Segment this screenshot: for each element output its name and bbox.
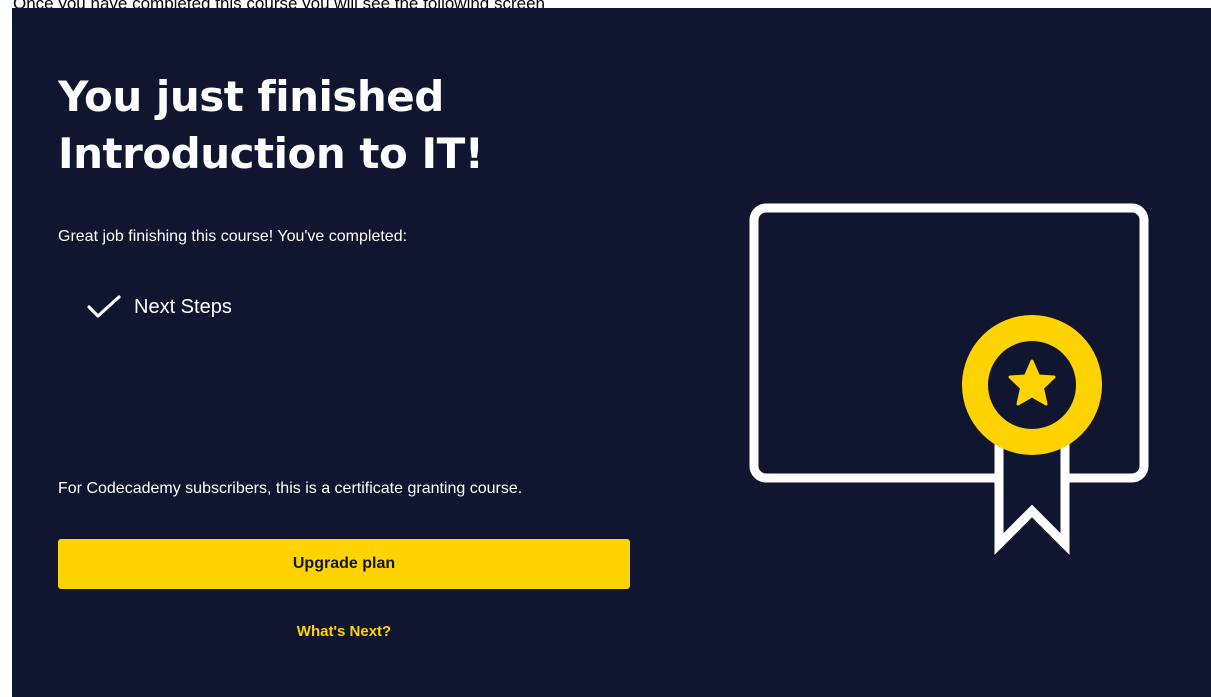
completion-subtitle: Great job finishing this course! You've … [58, 228, 408, 245]
check-icon [87, 295, 121, 318]
page-caption: Once you have completed this course you … [13, 0, 545, 8]
page-title-line-2: Introduction to IT! [58, 129, 484, 178]
whats-next-link[interactable]: What's Next? [58, 622, 630, 642]
certificate-note: For Codecademy subscribers, this is a ce… [58, 480, 523, 497]
completed-item-label: Next Steps [134, 296, 232, 318]
award-ribbon-icon [962, 315, 1102, 555]
completed-item: Next Steps [86, 294, 232, 320]
upgrade-plan-button[interactable]: Upgrade plan [58, 539, 630, 589]
page-title: You just finished Introduction to IT! [58, 68, 618, 182]
course-complete-panel: You just finished Introduction to IT! Gr… [12, 8, 1211, 697]
certificate-icon [749, 203, 1149, 555]
page-title-line-1: You just finished [58, 72, 444, 121]
